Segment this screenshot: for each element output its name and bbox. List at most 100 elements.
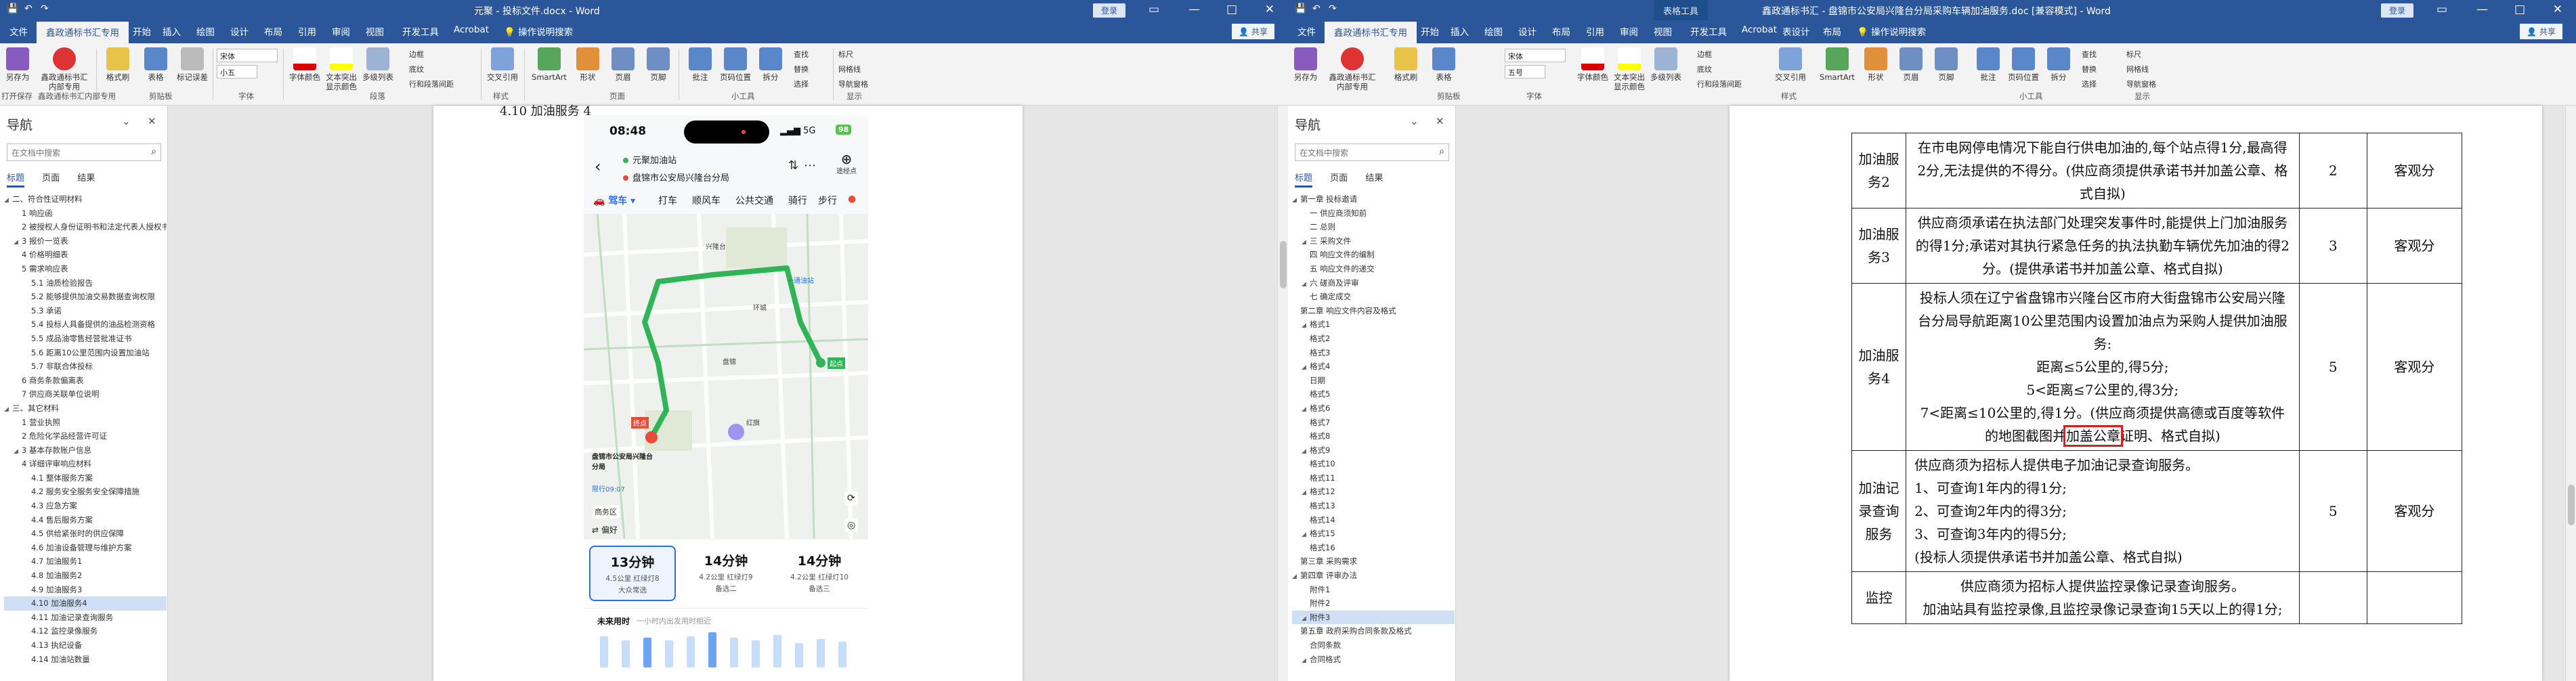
table-button[interactable]: 表格 bbox=[1426, 47, 1461, 82]
maximize-icon[interactable]: □ bbox=[2514, 3, 2525, 16]
nav-tab-pages[interactable]: 页面 bbox=[42, 173, 60, 185]
custom-tool-button[interactable]: 鑫政通标书汇内部专用 bbox=[41, 47, 88, 92]
tab-insert[interactable]: 插入 bbox=[1451, 24, 1469, 38]
nav-heading-item[interactable]: 4 详细评审响应材料 bbox=[4, 457, 167, 471]
nav-heading-item[interactable]: ◢ 3 基本存款账户信息 bbox=[4, 443, 167, 458]
nav-heading-item[interactable]: ◢ 三、其它材料 bbox=[4, 401, 167, 416]
expand-icon[interactable]: ◢ bbox=[14, 236, 22, 248]
minimize-icon[interactable]: — bbox=[1188, 3, 1200, 16]
font-name-combo[interactable]: 宋体 bbox=[1505, 49, 1566, 62]
nav-options-icon[interactable]: ⌄ bbox=[122, 115, 131, 127]
tab-file[interactable]: 文件 bbox=[1297, 24, 1316, 38]
nav-heading-item[interactable]: 第二章 响应文件内容及格式 bbox=[1292, 304, 1455, 318]
expand-icon[interactable]: ◢ bbox=[1292, 194, 1300, 206]
expand-icon[interactable]: ◢ bbox=[1302, 319, 1310, 332]
page-number-button[interactable]: 页码位置 bbox=[718, 47, 753, 82]
spacing-button[interactable]: 行和段落间距 bbox=[1697, 79, 1742, 89]
nav-close-icon[interactable]: ✕ bbox=[1436, 115, 1444, 127]
criterion-content[interactable]: 投标人须在辽宁省盘锦市兴隆台区市府大街盘锦市公安局兴隆台分局导航距离10公里范围… bbox=[1906, 283, 2300, 451]
highlighted-text[interactable]: 加盖公章 bbox=[2063, 425, 2123, 447]
comment-button[interactable]: 批注 bbox=[1971, 47, 2006, 82]
gridlines-checkbox[interactable]: 网格线 bbox=[838, 64, 861, 74]
nav-heading-item[interactable]: 七 确定成交 bbox=[1292, 290, 1455, 304]
font-name-combo[interactable]: 宋体 bbox=[217, 49, 278, 62]
nav-heading-item[interactable]: 5.1 油质检验报告 bbox=[4, 276, 167, 290]
multilevel-list-button[interactable]: 多级列表 bbox=[1648, 47, 1683, 82]
tab-file[interactable]: 文件 bbox=[9, 24, 28, 38]
save-icon[interactable]: 💾 bbox=[1295, 3, 1306, 14]
ribbon-display-icon[interactable]: ▭ bbox=[2437, 3, 2447, 16]
nav-heading-item[interactable]: 四 响应文件的编制 bbox=[1292, 248, 1455, 262]
select-button[interactable]: 选择 bbox=[794, 79, 809, 89]
borders-button[interactable]: 边框 bbox=[1697, 49, 1712, 60]
scroll-thumb[interactable] bbox=[1280, 241, 1287, 288]
nav-heading-item[interactable]: 一 供应商须知前 bbox=[1292, 206, 1455, 221]
nav-heading-item[interactable]: 2 危险化学品经营许可证 bbox=[4, 429, 167, 443]
nav-tab-pages[interactable]: 页面 bbox=[1330, 173, 1348, 185]
nav-heading-item[interactable]: 5.2 能够提供加油交易数据查询权限 bbox=[4, 290, 167, 304]
nav-heading-item[interactable]: ◢ 格式12 bbox=[1292, 485, 1455, 499]
expand-icon[interactable]: ◢ bbox=[1302, 403, 1310, 416]
sign-in-button[interactable]: 登录 bbox=[2380, 3, 2413, 18]
expand-icon[interactable]: ◢ bbox=[4, 403, 12, 416]
nav-heading-item[interactable]: 日期 bbox=[1292, 374, 1455, 388]
find-button[interactable]: 查找 bbox=[794, 49, 809, 60]
nav-heading-item[interactable]: ◢ 格式6 bbox=[1292, 401, 1455, 416]
expand-icon[interactable]: ◢ bbox=[1302, 278, 1310, 290]
nav-heading-item[interactable]: ◢ 3 报价一览表 bbox=[4, 234, 167, 248]
smartart-button[interactable]: SmartArt bbox=[528, 47, 570, 82]
custom-tool-button[interactable]: 鑫政通标书汇内部专用 bbox=[1329, 47, 1376, 92]
nav-heading-item[interactable]: 5.5 成品油零售经营批准证书 bbox=[4, 332, 167, 346]
select-button[interactable]: 选择 bbox=[2082, 79, 2097, 89]
close-icon[interactable]: ✕ bbox=[2553, 3, 2562, 16]
expand-icon[interactable]: ◢ bbox=[1302, 528, 1310, 541]
nav-close-icon[interactable]: ✕ bbox=[148, 115, 156, 127]
expand-icon[interactable]: ◢ bbox=[1302, 361, 1310, 374]
tab-home[interactable]: 开始 bbox=[133, 24, 151, 38]
scroll-thumb[interactable] bbox=[2568, 485, 2575, 525]
search-icon[interactable]: ⌕ bbox=[1439, 146, 1444, 157]
tab-references[interactable]: 引用 bbox=[298, 24, 316, 38]
tab-layout[interactable]: 布局 bbox=[264, 24, 282, 38]
nav-heading-item[interactable]: 格式11 bbox=[1292, 471, 1455, 485]
nav-heading-item[interactable]: ◢ 附件3 bbox=[1292, 610, 1455, 625]
nav-search-input[interactable]: 在文档中搜索 ⌕ bbox=[7, 144, 161, 161]
tab-acrobat[interactable]: Acrobat bbox=[1742, 24, 1777, 35]
gridlines-checkbox[interactable]: 网格线 bbox=[2126, 64, 2149, 74]
nav-heading-item[interactable]: 5.4 投标人具备提供的油品检测资格 bbox=[4, 317, 167, 332]
tab-layout[interactable]: 布局 bbox=[1552, 24, 1570, 38]
nav-heading-item[interactable]: 7 供应商关联单位说明 bbox=[4, 387, 167, 401]
nav-heading-item[interactable]: 1 营业执照 bbox=[4, 416, 167, 430]
nav-heading-item[interactable]: 1 响应函 bbox=[4, 206, 167, 221]
expand-icon[interactable]: ◢ bbox=[1302, 445, 1310, 458]
split-button[interactable]: 拆分 bbox=[2041, 47, 2076, 82]
ribbon-display-icon[interactable]: ▭ bbox=[1149, 3, 1159, 16]
nav-heading-item[interactable]: 4.14 加油站数量 bbox=[4, 653, 167, 667]
nav-heading-item[interactable]: 4.2 服务安全服务安全保障措施 bbox=[4, 485, 167, 499]
minimize-icon[interactable]: — bbox=[2476, 3, 2488, 16]
header-button[interactable]: 页眉 bbox=[605, 47, 641, 82]
nav-heading-item[interactable]: 格式2 bbox=[1292, 332, 1455, 346]
font-color-button[interactable]: 字体颜色 bbox=[287, 47, 322, 82]
nav-heading-item[interactable]: 5.3 承诺 bbox=[4, 304, 167, 318]
tab-table-layout[interactable]: 布局 bbox=[1823, 24, 1841, 38]
nav-heading-item[interactable]: 4.9 加油服务3 bbox=[4, 583, 167, 597]
shapes-button[interactable]: 形状 bbox=[570, 47, 605, 82]
nav-heading-item[interactable]: 第三章 采购需求 bbox=[1292, 554, 1455, 569]
tab-draw[interactable]: 绘图 bbox=[196, 24, 215, 38]
expand-icon[interactable]: ◢ bbox=[4, 194, 12, 206]
tab-custom[interactable]: 鑫政通标书汇专用 bbox=[1325, 22, 1417, 43]
search-icon[interactable]: ⌕ bbox=[151, 146, 156, 157]
nav-heading-item[interactable]: 5.6 距离10公里范围内设置加油站 bbox=[4, 346, 167, 360]
tab-acrobat[interactable]: Acrobat bbox=[454, 24, 489, 35]
nav-heading-item[interactable]: 附件1 bbox=[1292, 583, 1455, 597]
nav-heading-item[interactable]: 格式13 bbox=[1292, 499, 1455, 513]
tab-design[interactable]: 设计 bbox=[1518, 24, 1537, 38]
nav-heading-item[interactable]: 4.3 应急方案 bbox=[4, 499, 167, 513]
nav-search-input[interactable]: 在文档中搜索 ⌕ bbox=[1295, 144, 1449, 161]
cross-reference-button[interactable]: 交叉引用 bbox=[1773, 47, 1808, 82]
multilevel-list-button[interactable]: 多级列表 bbox=[360, 47, 395, 82]
nav-heading-item[interactable]: 合同条款 bbox=[1292, 638, 1455, 653]
comment-button[interactable]: 批注 bbox=[683, 47, 718, 82]
spacing-button[interactable]: 行和段落间距 bbox=[409, 79, 454, 89]
